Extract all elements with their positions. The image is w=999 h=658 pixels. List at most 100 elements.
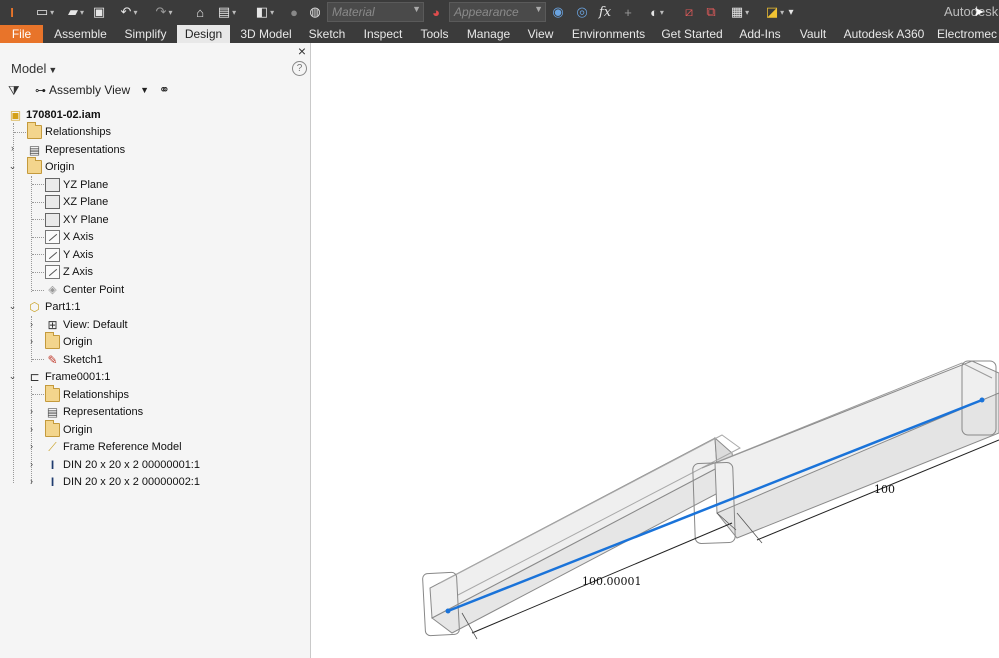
save-icon[interactable]: ▣ — [92, 3, 106, 21]
tree-node-yz-plane[interactable]: YZ Plane — [45, 176, 108, 193]
undo-icon[interactable]: ↶ ▾ — [114, 3, 144, 21]
expand-icon[interactable]: › — [27, 336, 36, 346]
eraser-icon[interactable]: ⧄ — [681, 3, 697, 21]
appearance-dropdown[interactable]: Appearance ▼ — [449, 2, 546, 22]
tab-simplify[interactable]: Simplify — [118, 25, 173, 43]
open-icon[interactable]: ▰ ▾ — [63, 3, 89, 21]
expand-icon[interactable]: › — [27, 424, 36, 434]
expand-icon[interactable]: › — [27, 441, 36, 451]
clear-icon[interactable]: ◎ — [574, 3, 590, 21]
color-wheel-icon[interactable]: ◕ — [428, 3, 444, 21]
image-icon[interactable]: ▤ ▾ — [214, 3, 240, 21]
measure-icon[interactable]: + — [620, 3, 636, 21]
sketch-line[interactable] — [447, 398, 983, 613]
update-icon[interactable]: ◧ ▾ — [252, 3, 278, 21]
tree-node-label: View: Default — [63, 318, 128, 331]
binoculars-icon[interactable]: ⚭ — [159, 82, 170, 98]
copy-icon[interactable]: ⧉ — [703, 3, 719, 21]
redo-icon[interactable]: ↷ ▾ — [149, 3, 179, 21]
browser-title-menu[interactable]: Model ▼ — [11, 61, 57, 76]
model-canvas: 100.00001 100 — [422, 360, 999, 640]
expand-icon[interactable]: › — [27, 476, 36, 486]
tree-node-part-origin[interactable]: Origin — [45, 331, 92, 350]
tree-node-representations[interactable]: ▤ Representations — [27, 141, 125, 158]
ilogic-icon[interactable]: ◐ ▾ — [644, 3, 670, 21]
tab-environments[interactable]: Environments — [566, 25, 651, 43]
tab-add-ins[interactable]: Add-Ins — [734, 25, 786, 43]
select-icon[interactable]: ● — [285, 3, 303, 21]
new-file-icon[interactable]: ▭ ▾ — [32, 3, 58, 21]
expand-icon[interactable]: › — [27, 459, 36, 469]
tab-autodesk-a360[interactable]: Autodesk A360 — [839, 25, 929, 43]
tree-node-root[interactable]: ▣ 170801-02.iam — [8, 106, 101, 123]
tree-node-relationships[interactable]: Relationships — [27, 121, 111, 140]
view-mode-dropdown[interactable]: ⊶ Assembly View ▼ — [35, 83, 149, 97]
tab-design[interactable]: Design — [177, 25, 230, 43]
tab-3d-model[interactable]: 3D Model — [234, 25, 298, 43]
plane-icon — [45, 212, 60, 227]
adjust-icon[interactable]: ◉ — [550, 3, 566, 21]
tree-node-xy-plane[interactable]: XY Plane — [45, 211, 109, 228]
expand-icon[interactable]: › — [27, 319, 36, 329]
expand-icon[interactable]: › — [8, 143, 17, 153]
tree-node-label: Relationships — [63, 388, 130, 401]
tab-inspect[interactable]: Inspect — [357, 25, 409, 43]
tree-node-din-beam-2[interactable]: I DIN 20 x 20 x 2 00000002:1 — [45, 473, 200, 490]
tab-get-started[interactable]: Get Started — [657, 25, 727, 43]
tree-node-label: Origin — [45, 160, 75, 173]
tab-tools[interactable]: Tools — [414, 25, 455, 43]
filter-icon[interactable]: ⧩ — [8, 83, 20, 99]
tree-node-x-axis[interactable]: X Axis — [45, 228, 94, 245]
tree-node-frame-origin[interactable]: Origin — [45, 419, 92, 438]
graphics-viewport[interactable]: 100.00001 100 — [312, 43, 999, 658]
tree-node-frame-relationships[interactable]: Relationships — [45, 384, 130, 403]
tree-node-label: Part1:1 — [45, 300, 81, 313]
help-icon[interactable]: ? — [292, 61, 307, 76]
tree-connector — [32, 202, 44, 203]
sketch-point[interactable] — [445, 608, 451, 614]
close-icon[interactable]: × — [298, 43, 306, 59]
tree-connector — [32, 237, 44, 238]
tree-node-frame-reference-model[interactable]: ⟋ Frame Reference Model — [45, 438, 181, 455]
inventor-logo-icon[interactable]: I — [4, 3, 20, 21]
tree-connector — [32, 359, 44, 360]
tree-node-sketch1[interactable]: ✎ Sketch1 — [45, 351, 102, 368]
dimension-2-label: 100 — [874, 483, 895, 496]
tree-connector — [32, 219, 44, 220]
tab-assemble[interactable]: Assemble — [48, 25, 113, 43]
beam-icon: I — [50, 474, 55, 489]
tab-electromechanical[interactable]: Electromec — [937, 25, 999, 43]
collapse-icon[interactable]: ⌄ — [8, 371, 17, 382]
collapse-icon[interactable]: ⌄ — [8, 161, 17, 172]
tab-manage[interactable]: Manage — [461, 25, 516, 43]
plane-icon — [45, 194, 60, 209]
material-dropdown[interactable]: Material ▼ — [327, 2, 424, 22]
tab-vault[interactable]: Vault — [793, 25, 833, 43]
home-icon[interactable]: ⌂ — [193, 3, 207, 21]
tree-node-center-point[interactable]: ◈ Center Point — [45, 281, 124, 298]
tree-node-label: DIN 20 x 20 x 2 00000001:1 — [63, 458, 200, 471]
tab-sketch[interactable]: Sketch — [303, 25, 351, 43]
tree-node-din-beam-1[interactable]: I DIN 20 x 20 x 2 00000001:1 — [45, 456, 200, 473]
tree-node-frame0001[interactable]: ⊏ Frame0001:1 — [27, 368, 110, 385]
frame-member-2[interactable] — [692, 360, 999, 544]
tree-node-view-default[interactable]: ⊞ View: Default — [45, 316, 128, 333]
frame-member-1[interactable] — [422, 434, 741, 637]
tab-view[interactable]: View — [522, 25, 559, 43]
tab-file[interactable]: File — [0, 25, 43, 43]
expand-icon[interactable]: › — [27, 406, 36, 416]
fx-icon[interactable]: fx — [597, 3, 613, 21]
sketch-point[interactable] — [979, 397, 985, 403]
ribbon-tabs: File Assemble Simplify Design 3D Model S… — [0, 25, 999, 43]
customize-icon[interactable]: ▾ — [785, 3, 797, 21]
tree-node-origin[interactable]: Origin — [27, 156, 75, 175]
view-mode-label: Assembly View — [49, 83, 131, 97]
grid-icon[interactable]: ▦ ▾ — [727, 3, 753, 21]
tree-node-z-axis[interactable]: Z Axis — [45, 263, 93, 280]
tree-node-xz-plane[interactable]: XZ Plane — [45, 193, 108, 210]
tree-node-y-axis[interactable]: Y Axis — [45, 246, 93, 263]
globe-icon[interactable]: ◍ — [308, 3, 322, 21]
tree-node-part1[interactable]: ⬡ Part1:1 — [27, 298, 80, 315]
collapse-icon[interactable]: ⌄ — [8, 301, 17, 312]
tree-node-frame-representations[interactable]: ▤ Representations — [45, 403, 143, 420]
